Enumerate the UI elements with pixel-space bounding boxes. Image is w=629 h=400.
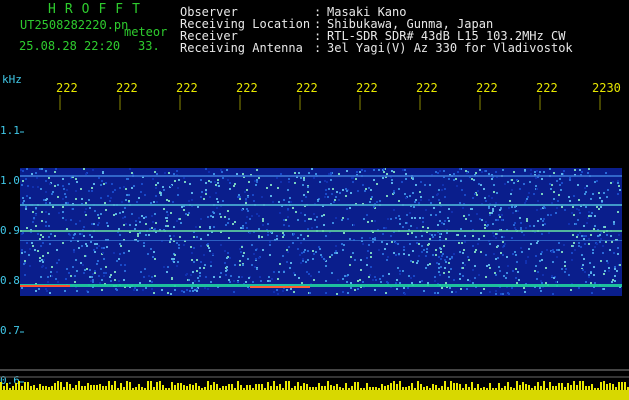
signal-band	[20, 175, 622, 177]
signal-hot	[20, 285, 70, 287]
signal-band-carrier	[20, 284, 622, 287]
level-bar	[0, 390, 629, 400]
spectrogram-display	[0, 95, 629, 400]
signal-hot	[250, 286, 310, 288]
time-grid	[59, 95, 601, 110]
signal-band	[20, 204, 622, 206]
level-bar-spikes	[0, 381, 629, 390]
signal-band	[20, 230, 622, 232]
signal-band	[20, 240, 622, 241]
